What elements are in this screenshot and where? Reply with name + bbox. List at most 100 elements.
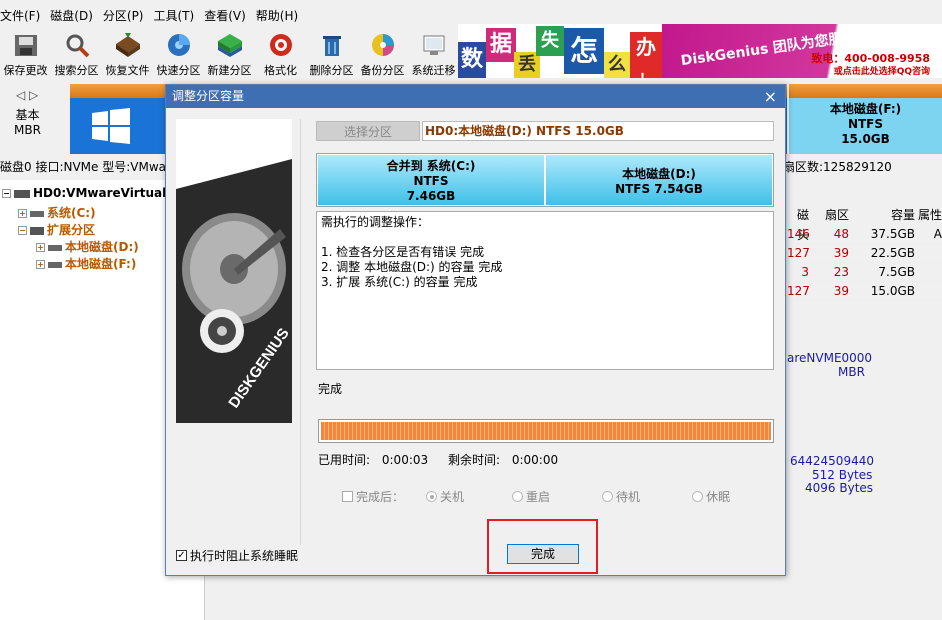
expand-icon[interactable]: + bbox=[36, 260, 45, 269]
selected-partition-field: HD0:本地磁盘(D:) NTFS 15.0GB bbox=[422, 121, 774, 141]
cell-sector: 39 bbox=[833, 246, 849, 260]
radio-restart-label: 重启 bbox=[526, 490, 551, 504]
after-completion-options: 完成后： 关机 重启 待机 休眠 bbox=[342, 488, 730, 505]
partition-table: 磁头 扇区 容量 属性 146 48 37.5GB A 127 39 22.5G… bbox=[787, 205, 942, 301]
tree-item-f[interactable]: + 本地磁盘(F:) bbox=[36, 255, 136, 272]
table-row[interactable]: 127 39 15.0GB bbox=[787, 282, 942, 301]
banner-char-8: ！ bbox=[639, 72, 653, 78]
cell-attr bbox=[915, 263, 942, 281]
disk-info-right: 扇区数:125829120 bbox=[783, 160, 892, 174]
prevent-sleep-checkbox[interactable]: ✓ bbox=[176, 550, 187, 561]
radio-restart[interactable] bbox=[512, 491, 524, 502]
dialog-title: 调整分区容量 bbox=[172, 89, 245, 103]
time-info: 已用时间: 0:00:03 剩余时间: 0:00:00 bbox=[318, 451, 574, 468]
partition-preview-c[interactable]: 合并到 系统(C:) NTFS 7.46GB bbox=[317, 154, 545, 206]
collapse-icon[interactable]: − bbox=[18, 226, 27, 235]
collapse-icon[interactable]: − bbox=[2, 189, 11, 198]
cell-head: 146 bbox=[787, 227, 810, 241]
table-row[interactable]: 3 23 7.5GB bbox=[787, 263, 942, 282]
table-row[interactable]: 146 48 37.5GB A bbox=[787, 225, 942, 244]
radio-shutdown-label: 关机 bbox=[440, 490, 465, 504]
disk-model-value: areNVME0000 bbox=[787, 351, 873, 365]
disk-type-label: 基本 MBR bbox=[14, 108, 41, 138]
system-migration-button[interactable]: 系统迁移 bbox=[408, 26, 459, 78]
recover-file-button[interactable]: 恢复文件 bbox=[102, 26, 153, 78]
operations-list: 需执行的调整操作： 1. 检查各分区是否有错误 完成 2. 调整 本地磁盘(D:… bbox=[316, 211, 774, 370]
tree-item-extended[interactable]: − 扩展分区 bbox=[18, 221, 95, 238]
disk-info-left: 磁盘0 接口:NVMe 型号:VMware bbox=[0, 160, 179, 174]
table-row[interactable]: 127 39 22.5GB bbox=[787, 244, 942, 263]
radio-hibernate[interactable] bbox=[692, 491, 704, 502]
format-button[interactable]: 格式化 bbox=[255, 26, 306, 78]
finish-button[interactable]: 完成 bbox=[507, 544, 579, 564]
expand-icon[interactable]: + bbox=[36, 243, 45, 252]
cell-capacity: 7.5GB bbox=[878, 265, 915, 279]
tree-item-c[interactable]: + 系统(C:) bbox=[18, 204, 96, 221]
dialog-title-bar[interactable]: 调整分区容量 × bbox=[166, 85, 785, 108]
partition-icon bbox=[30, 210, 44, 217]
delete-partition-button[interactable]: 删除分区 bbox=[306, 26, 357, 78]
disk-type-line1: 基本 bbox=[15, 108, 40, 122]
save-changes-button[interactable]: 保存更改 bbox=[0, 26, 51, 78]
operation-item: 2. 调整 本地磁盘(D:) 的容量 完成 bbox=[321, 260, 503, 274]
format-icon bbox=[266, 30, 296, 60]
backup-partition-button[interactable]: 备份分区 bbox=[357, 26, 408, 78]
partition-f-name: 本地磁盘(F:) bbox=[829, 102, 902, 116]
cell-head: 127 bbox=[787, 246, 810, 260]
menu-file[interactable]: 文件(F) bbox=[0, 6, 45, 26]
col-capacity[interactable]: 容量 bbox=[849, 205, 915, 225]
preview-d-fs: NTFS 7.54GB bbox=[615, 182, 703, 196]
radio-standby[interactable] bbox=[602, 491, 614, 502]
delete-partition-icon bbox=[317, 30, 347, 60]
radio-shutdown[interactable] bbox=[426, 491, 438, 502]
menu-view[interactable]: 查看(V) bbox=[199, 6, 251, 26]
menu-tools[interactable]: 工具(T) bbox=[149, 6, 200, 26]
prevent-sleep-label: 执行时阻止系统睡眠 bbox=[190, 549, 299, 563]
ad-banner[interactable]: 数 据 丢 失 怎 么 办 ！ DiskGenius 团队为您服务 致电：400… bbox=[458, 24, 942, 78]
col-sector[interactable]: 扇区 bbox=[809, 205, 849, 225]
menu-help[interactable]: 帮助(H) bbox=[251, 6, 303, 26]
close-icon[interactable]: × bbox=[764, 85, 777, 108]
partition-preview-d[interactable]: 本地磁盘(D:) NTFS 7.54GB bbox=[545, 154, 773, 206]
disk-nav-arrows[interactable]: ◁ ▷ bbox=[16, 88, 38, 102]
after-completion-checkbox[interactable] bbox=[342, 491, 353, 502]
partition-preview-map: 合并到 系统(C:) NTFS 7.46GB 本地磁盘(D:) NTFS 7.5… bbox=[316, 153, 774, 207]
partition-block-f[interactable]: 本地磁盘(F:) NTFS 15.0GB bbox=[787, 84, 942, 154]
partition-f-size: 15.0GB bbox=[841, 132, 890, 146]
banner-char-4: 失 bbox=[536, 26, 564, 56]
col-head[interactable]: 磁头 bbox=[787, 205, 809, 242]
new-partition-label: 新建分区 bbox=[207, 64, 252, 77]
after-completion-label: 完成后： bbox=[356, 490, 405, 504]
menu-partition[interactable]: 分区(P) bbox=[98, 6, 149, 26]
tree-root[interactable]: − HD0:VMwareVirtualN bbox=[2, 186, 176, 200]
banner-char-6: 么 bbox=[604, 52, 630, 78]
remaining-time: 剩余时间: 0:00:00 bbox=[448, 453, 566, 467]
banner-qq-link[interactable]: 或点击此处选择QQ咨询 bbox=[834, 64, 930, 77]
quick-partition-label: 快速分区 bbox=[156, 64, 201, 77]
search-partition-button[interactable]: 搜索分区 bbox=[51, 26, 102, 78]
cell-sector: 39 bbox=[833, 284, 849, 298]
recover-file-label: 恢复文件 bbox=[105, 64, 150, 77]
menu-disk[interactable]: 磁盘(D) bbox=[45, 6, 98, 26]
hard-disk-illustration: DISKGENIUS bbox=[176, 119, 292, 423]
tree-item-d[interactable]: + 本地磁盘(D:) bbox=[36, 238, 139, 255]
partition-icon bbox=[48, 261, 62, 268]
col-attr[interactable]: 属性 bbox=[915, 205, 942, 225]
tree-item-d-label: 本地磁盘(D:) bbox=[65, 240, 139, 254]
prevent-sleep-option[interactable]: ✓ 执行时阻止系统睡眠 bbox=[176, 547, 298, 564]
total-sectors-value: 64424509440 bbox=[790, 454, 874, 468]
expand-icon[interactable]: + bbox=[18, 209, 27, 218]
preview-c-fs: NTFS bbox=[413, 174, 449, 188]
select-partition-button[interactable]: 选择分区 bbox=[316, 121, 420, 141]
cell-head: 3 bbox=[801, 265, 809, 279]
search-partition-label: 搜索分区 bbox=[54, 64, 99, 77]
backup-partition-label: 备份分区 bbox=[360, 64, 405, 77]
windows-logo-icon bbox=[92, 108, 130, 147]
disk-type-line2: MBR bbox=[14, 123, 41, 137]
table-header: 磁头 扇区 容量 属性 bbox=[787, 205, 942, 242]
quick-partition-button[interactable]: 快速分区 bbox=[153, 26, 204, 78]
partition-f-fs: NTFS bbox=[847, 117, 884, 131]
cell-capacity: 22.5GB bbox=[870, 246, 915, 260]
new-partition-button[interactable]: 新建分区 bbox=[204, 26, 255, 78]
save-changes-label: 保存更改 bbox=[3, 64, 48, 77]
